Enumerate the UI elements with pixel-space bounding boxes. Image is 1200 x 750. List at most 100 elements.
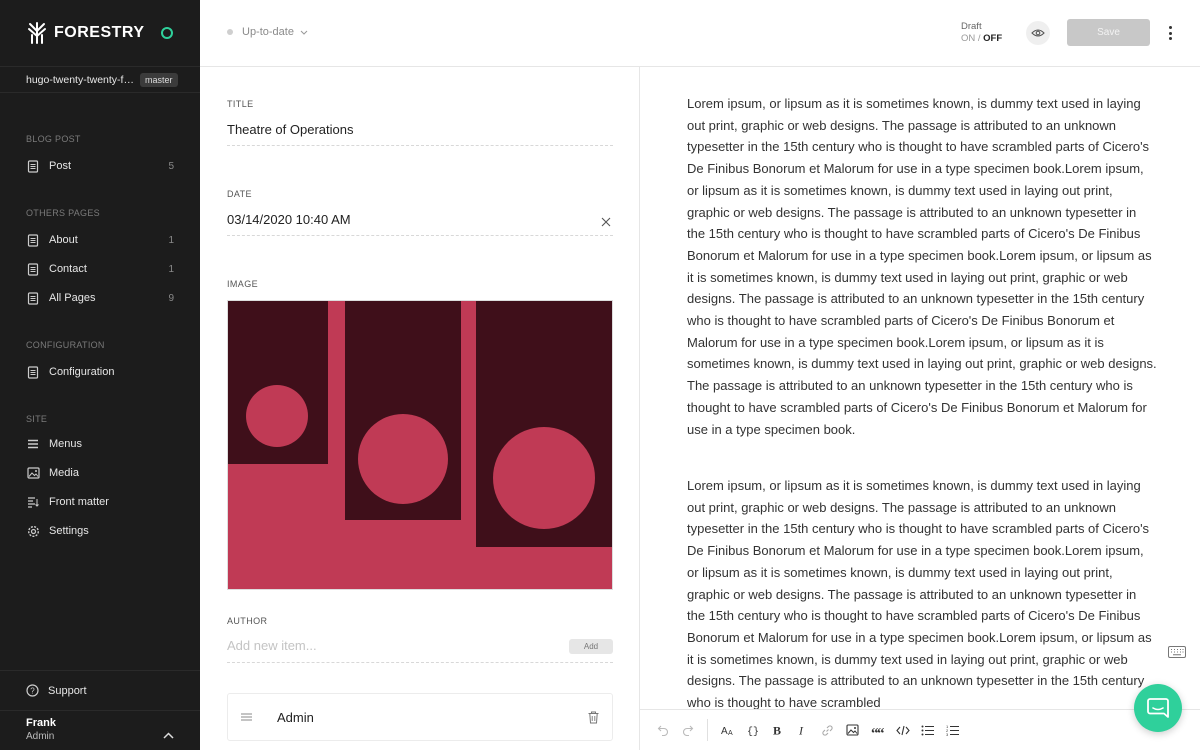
sidebar-item-label: About <box>49 234 78 246</box>
svg-text:3: 3 <box>946 732 949 736</box>
list-item[interactable]: Admin <box>227 693 613 741</box>
sidebar-item-label: Contact <box>49 263 87 275</box>
sidebar-item-post[interactable]: Post 5 <box>26 156 174 176</box>
menu-icon <box>26 437 40 451</box>
brand-name: FORESTRY <box>54 24 145 41</box>
sidebar-item-count: 5 <box>168 160 174 172</box>
bullet-list-icon[interactable] <box>915 718 940 742</box>
numbered-list-icon[interactable]: 123 <box>940 718 965 742</box>
author-name: Admin <box>277 709 314 725</box>
date-input[interactable]: 03/14/2020 10:40 AM <box>227 212 613 236</box>
sidebar-item-label: Configuration <box>49 366 115 378</box>
content-editor[interactable]: Lorem ipsum, or lipsum as it is sometime… <box>640 67 1200 709</box>
date-label: DATE <box>227 189 252 199</box>
italic-icon[interactable]: I <box>790 718 815 742</box>
section-others-pages: OTHERS PAGES <box>26 208 100 218</box>
sidebar-item-count: 9 <box>168 292 174 304</box>
svg-text:“: “ <box>877 726 884 736</box>
file-icon <box>26 159 40 173</box>
chevron-down-icon <box>300 26 308 38</box>
sidebar-item-label: Post <box>49 160 72 172</box>
chevron-up-icon[interactable] <box>163 726 174 744</box>
braces-icon[interactable]: {} <box>740 718 765 742</box>
front-matter-icon <box>26 495 40 509</box>
section-blog-post: BLOG POST <box>26 134 81 144</box>
status-dot-icon <box>227 29 233 35</box>
draft-toggle[interactable]: Draft ON / OFF <box>961 21 1002 45</box>
image-icon[interactable] <box>840 718 865 742</box>
section-configuration: CONFIGURATION <box>26 340 105 350</box>
quote-icon[interactable]: ““ <box>865 718 890 742</box>
svg-text:B: B <box>773 724 781 736</box>
sidebar: FORESTRY hugo-twenty-twenty-f… master BL… <box>0 0 200 750</box>
save-button[interactable]: Save <box>1067 19 1150 46</box>
draft-separator: / <box>977 33 981 44</box>
image-preview[interactable] <box>227 300 613 590</box>
status-text: Up-to-date <box>242 26 294 38</box>
svg-text:I: I <box>798 724 804 736</box>
eye-icon <box>1031 29 1045 37</box>
draft-label: Draft <box>961 21 982 32</box>
drag-handle-icon[interactable] <box>241 713 252 721</box>
preview-button[interactable] <box>1026 21 1050 45</box>
author-label: AUTHOR <box>227 616 268 626</box>
gear-icon <box>26 524 40 538</box>
content-paragraph[interactable]: Lorem ipsum, or lipsum as it is sometime… <box>687 93 1157 440</box>
sync-status-icon[interactable] <box>161 27 173 39</box>
code-icon[interactable] <box>890 718 915 742</box>
sidebar-item-configuration[interactable]: Configuration <box>26 362 174 382</box>
sidebar-item-about[interactable]: About 1 <box>26 230 174 250</box>
keyboard-icon[interactable] <box>1168 645 1186 663</box>
chat-icon <box>1147 698 1169 718</box>
link-icon[interactable] <box>815 718 840 742</box>
title-label: TITLE <box>227 99 254 109</box>
support-label: Support <box>48 684 87 697</box>
close-icon[interactable] <box>601 214 611 232</box>
toolbar-divider <box>707 719 708 741</box>
user-menu[interactable]: Frank Admin <box>0 710 200 750</box>
file-icon <box>26 365 40 379</box>
file-icon <box>26 233 40 247</box>
svg-text:{}: {} <box>747 726 759 736</box>
sidebar-item-media[interactable]: Media <box>26 463 174 483</box>
draft-off[interactable]: OFF <box>983 33 1002 44</box>
sidebar-item-count: 1 <box>168 234 174 246</box>
add-author-button[interactable]: Add <box>569 639 613 654</box>
sidebar-item-settings[interactable]: Settings <box>26 521 174 541</box>
draft-on[interactable]: ON <box>961 33 975 44</box>
sidebar-item-label: Media <box>49 467 79 479</box>
sidebar-item-count: 1 <box>168 263 174 275</box>
redo-icon[interactable] <box>675 718 700 742</box>
sidebar-item-menus[interactable]: Menus <box>26 434 174 454</box>
support-link[interactable]: ? Support <box>0 670 200 710</box>
content-paragraph[interactable]: Lorem ipsum, or lipsum as it is sometime… <box>687 475 1157 709</box>
sidebar-item-label: Menus <box>49 438 83 450</box>
title-input[interactable]: Theatre of Operations <box>227 122 613 146</box>
branch-badge: master <box>140 72 178 87</box>
status-dropdown[interactable]: Up-to-date <box>227 26 308 38</box>
sidebar-item-label: All Pages <box>49 292 96 304</box>
svg-text:A: A <box>721 726 728 736</box>
svg-text:A: A <box>728 730 733 736</box>
sidebar-item-front-matter[interactable]: Front matter <box>26 492 174 512</box>
chat-launcher-button[interactable] <box>1134 684 1182 732</box>
editor-toolbar: AA {} B I ““ 123 <box>640 709 1200 750</box>
repo-selector[interactable]: hugo-twenty-twenty-f… master <box>0 66 200 93</box>
sidebar-item-label: Front matter <box>49 496 109 508</box>
image-icon <box>26 466 40 480</box>
brand[interactable]: FORESTRY <box>26 20 145 46</box>
sidebar-item-contact[interactable]: Contact 1 <box>26 259 174 279</box>
text-size-icon[interactable]: AA <box>715 718 740 742</box>
image-label: IMAGE <box>227 279 259 289</box>
sidebar-item-all-pages[interactable]: All Pages 9 <box>26 288 174 308</box>
trash-icon[interactable] <box>588 711 599 724</box>
author-input[interactable]: Add new item... <box>227 637 613 663</box>
topbar: Up-to-date Draft ON / OFF Save <box>200 0 1200 67</box>
more-options-icon[interactable] <box>1166 25 1174 41</box>
repo-name: hugo-twenty-twenty-f… <box>26 73 134 86</box>
front-matter-form: TITLE Theatre of Operations DATE 03/14/2… <box>200 67 640 750</box>
file-icon <box>26 291 40 305</box>
bold-icon[interactable]: B <box>765 718 790 742</box>
section-site: SITE <box>26 414 48 424</box>
undo-icon[interactable] <box>650 718 675 742</box>
